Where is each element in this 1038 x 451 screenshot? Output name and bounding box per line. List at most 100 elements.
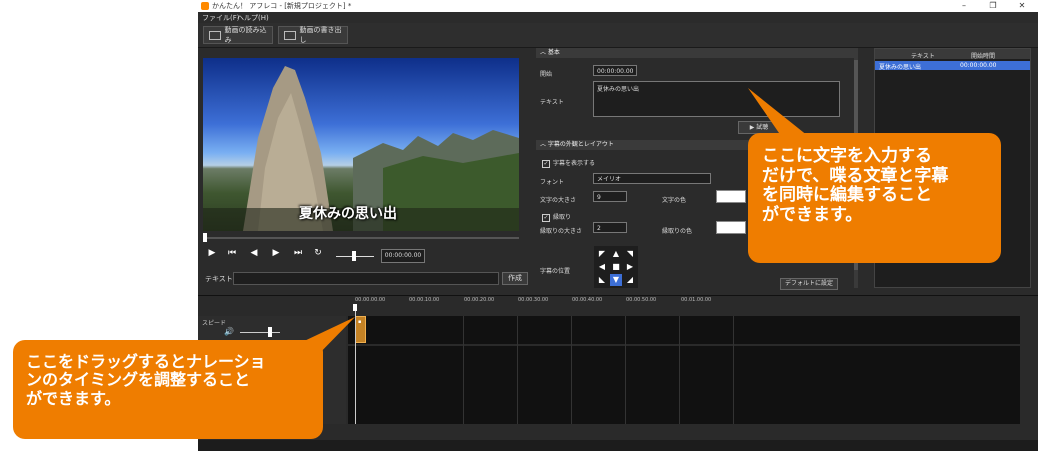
callout-top-text: ここに文字を入力する だけで、喋る文章と字幕 を同時に編集すること ができます。 bbox=[762, 146, 949, 225]
export-video-label: 動画の書き出し bbox=[299, 26, 342, 44]
list-row-text: 夏休みの思い出 bbox=[879, 64, 922, 71]
text-label: テキスト bbox=[205, 275, 233, 283]
step-back-icon[interactable]: ◀ bbox=[248, 248, 260, 258]
timeline-ruler[interactable]: 00.00.00.00 00.00.10.00 00.00.20.00 00.0… bbox=[348, 296, 1020, 308]
volume-icon: 🔊 bbox=[224, 327, 234, 336]
app-logo-icon bbox=[201, 2, 209, 10]
start-input[interactable]: 00:00:00.00 bbox=[593, 65, 637, 76]
tick-label: 00.00.10.00 bbox=[409, 297, 440, 303]
text-input[interactable] bbox=[233, 272, 499, 285]
title-bar: かんたん！ アフレコ - [新規プロジェクト] * – ❐ ✕ bbox=[198, 0, 1038, 12]
color-label: 文字の色 bbox=[662, 197, 687, 204]
tick-label: 00.00.20.00 bbox=[464, 297, 495, 303]
tick-label: 00.01.00.00 bbox=[681, 297, 712, 303]
outline-size-label: 縁取りの大きさ bbox=[540, 228, 583, 235]
tick-label: 00.00.50.00 bbox=[626, 297, 657, 303]
gridline bbox=[571, 316, 572, 424]
list-col-text: テキスト bbox=[911, 53, 935, 60]
track-volume-slider[interactable] bbox=[240, 332, 280, 333]
step-forward-icon[interactable]: ▶ bbox=[270, 248, 282, 258]
list-row-start: 00:00:00.00 bbox=[960, 62, 997, 69]
video-subtitle: 夏休みの思い出 bbox=[299, 206, 397, 222]
list-col-start: 開始時間 bbox=[971, 53, 996, 60]
show-subtitle-checkbox[interactable]: ✓ 字幕を表示する bbox=[542, 158, 595, 168]
load-video-label: 動画の読み込み bbox=[224, 26, 267, 44]
list-row[interactable]: 夏休みの思い出 00:00:00.00 bbox=[875, 61, 1030, 71]
start-label: 開始 bbox=[540, 71, 553, 78]
gridline bbox=[517, 316, 518, 424]
skip-start-icon[interactable]: ⏮ bbox=[226, 248, 238, 258]
minimize-button[interactable]: – bbox=[952, 0, 976, 12]
create-button[interactable]: 作成 bbox=[502, 272, 528, 285]
playback-volume-thumb[interactable] bbox=[352, 251, 356, 261]
collapse-icon: ︿ bbox=[540, 49, 548, 56]
basic-section-header[interactable]: ︿ 基本 bbox=[536, 48, 858, 58]
outline-size-select[interactable]: 2 bbox=[593, 222, 627, 233]
outline-color-swatch[interactable] bbox=[716, 221, 746, 234]
default-settings-button[interactable]: デフォルトに設定 bbox=[780, 278, 838, 290]
tick-label: 00.00.40.00 bbox=[572, 297, 603, 303]
arrow-up-right-icon[interactable]: ◥ bbox=[624, 248, 636, 260]
position-grid: ◤ ▲ ◥ ◀ ■ ▶ ◣ ▼ ◢ bbox=[594, 246, 638, 288]
close-button[interactable]: ✕ bbox=[1010, 0, 1034, 12]
seek-thumb[interactable] bbox=[203, 233, 207, 242]
show-subtitle-label: 字幕を表示する bbox=[553, 160, 596, 167]
empty-track bbox=[348, 346, 1020, 424]
outline-checkbox[interactable]: ✓ 縁取り bbox=[542, 212, 571, 222]
font-label: フォント bbox=[540, 179, 565, 186]
seek-bar[interactable] bbox=[203, 237, 519, 239]
position-label: 字幕の位置 bbox=[540, 268, 571, 275]
arrow-right-icon[interactable]: ▶ bbox=[624, 261, 636, 273]
track-volume-thumb[interactable] bbox=[268, 327, 272, 337]
tick-label: 00.00.30.00 bbox=[518, 297, 549, 303]
gridline bbox=[733, 316, 734, 424]
narration-track[interactable] bbox=[348, 316, 1020, 344]
skip-end-icon[interactable]: ⏭ bbox=[292, 248, 304, 258]
outline-label: 縁取り bbox=[553, 214, 572, 221]
arrow-left-icon[interactable]: ◀ bbox=[596, 261, 608, 273]
menu-bar: ファイル(F) ヘルプ(H) bbox=[198, 12, 1038, 23]
gridline bbox=[463, 316, 464, 424]
callout-bottom-tail bbox=[300, 317, 355, 363]
speed-label: スピード bbox=[202, 320, 227, 327]
menu-help[interactable]: ヘルプ(H) bbox=[237, 13, 269, 23]
checkbox-checked-icon: ✓ bbox=[542, 214, 550, 222]
arrow-down-right-icon[interactable]: ◢ bbox=[624, 274, 636, 286]
callout-bottom-text: ここをドラッグするとナレーショ ンのタイミングを調整すること ができます。 bbox=[26, 352, 266, 408]
list-header: テキスト 開始時間 bbox=[875, 49, 1030, 60]
arrow-up-icon[interactable]: ▲ bbox=[610, 248, 622, 260]
tick-label: 00.00.00.00 bbox=[355, 297, 386, 303]
text-field-label: テキスト bbox=[540, 99, 564, 106]
text-color-swatch[interactable] bbox=[716, 190, 746, 203]
play-icon[interactable]: ▶ bbox=[206, 248, 218, 258]
collapse-icon: ︿ bbox=[540, 141, 548, 148]
playhead[interactable] bbox=[353, 304, 357, 311]
playback-time: 00:00:00.00 bbox=[381, 249, 425, 263]
outline-color-label: 縁取りの色 bbox=[662, 228, 693, 235]
film-icon bbox=[284, 30, 296, 40]
window-title: かんたん！ アフレコ - [新規プロジェクト] * bbox=[212, 2, 352, 10]
style-header-label: 字幕の外観とレイアウト bbox=[547, 141, 614, 148]
arrow-up-left-icon[interactable]: ◤ bbox=[596, 248, 608, 260]
center-icon[interactable]: ■ bbox=[610, 261, 622, 273]
film-icon bbox=[209, 30, 221, 40]
maximize-button[interactable]: ❐ bbox=[981, 0, 1005, 12]
menu-file[interactable]: ファイル(F) bbox=[202, 13, 240, 23]
size-select[interactable]: 9 bbox=[593, 191, 627, 202]
font-select[interactable]: メイリオ bbox=[593, 173, 711, 184]
loop-icon[interactable]: ↻ bbox=[312, 248, 324, 258]
arrow-down-left-icon[interactable]: ◣ bbox=[596, 274, 608, 286]
callout-top-tail bbox=[748, 88, 808, 146]
checkbox-checked-icon: ✓ bbox=[542, 160, 550, 168]
status-bar bbox=[198, 440, 1038, 451]
callout-drag-clip: ここをドラッグするとナレーショ ンのタイミングを調整すること ができます。 bbox=[13, 340, 323, 439]
gridline bbox=[679, 316, 680, 424]
load-video-button[interactable]: 動画の読み込み bbox=[203, 26, 273, 44]
callout-text-input: ここに文字を入力する だけで、喋る文章と字幕 を同時に編集すること ができます。 bbox=[748, 133, 1001, 263]
size-label: 文字の大きさ bbox=[540, 197, 577, 204]
video-preview[interactable]: 夏休みの思い出 bbox=[203, 58, 519, 231]
arrow-down-icon[interactable]: ▼ bbox=[610, 274, 622, 286]
toolbar: 動画の読み込み 動画の書き出し bbox=[198, 23, 1038, 48]
export-video-button[interactable]: 動画の書き出し bbox=[278, 26, 348, 44]
gridline bbox=[625, 316, 626, 424]
